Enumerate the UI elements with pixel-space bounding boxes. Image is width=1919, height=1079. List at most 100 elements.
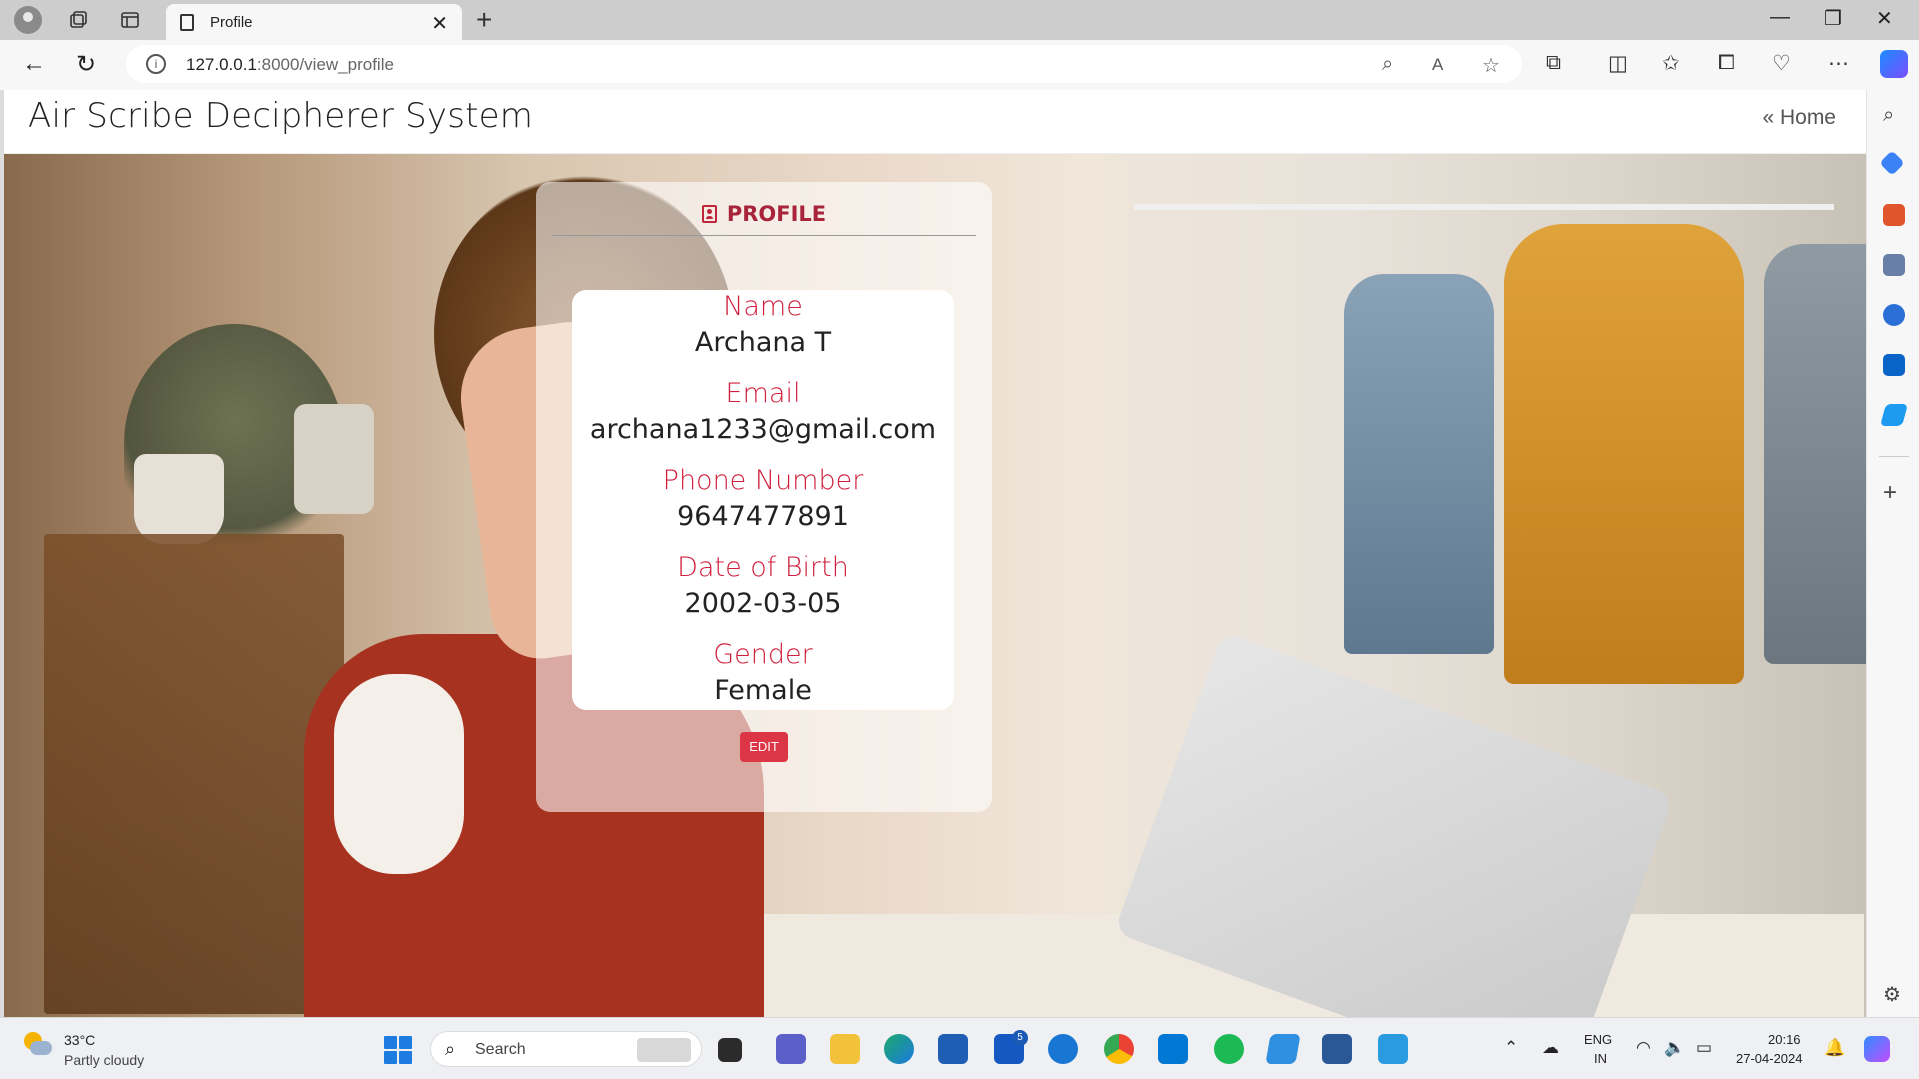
taskbar-search-label: Search [475,1041,526,1058]
sidebar-outlook-icon[interactable] [1883,354,1905,376]
field-label: Email [725,378,801,409]
language-indicator-bottom[interactable]: IN [1594,1051,1607,1066]
notifications-bell-icon[interactable]: 🔔 [1824,1038,1845,1058]
edit-button[interactable]: EDIT [740,732,788,762]
photo-tablet [1113,631,1675,1017]
field-name: Name Archana T [572,290,954,362]
chrome-icon[interactable] [1104,1034,1134,1064]
new-tab-icon[interactable]: + [476,4,492,36]
contact-card-icon [701,205,717,223]
teams-icon[interactable] [776,1034,806,1064]
browser-address-bar: ← ↻ i 127.0.0.1:8000/view_profile ⌕ A ☆ … [0,40,1919,90]
double-chevron-left-icon: « [1762,106,1775,129]
profile-heading-label: PROFILE [726,202,827,226]
back-icon[interactable]: ← [22,50,46,78]
field-value: Archana T [694,327,832,358]
field-label: Gender [713,639,813,670]
photo-child-sleeve [334,674,464,874]
minimize-icon[interactable]: — [1770,6,1790,29]
language-indicator-top[interactable]: ENG [1584,1032,1612,1047]
tab-title: Profile [210,14,253,31]
sidebar-divider [1879,456,1909,457]
page-icon [180,14,194,31]
sidebar-tools-icon[interactable] [1883,204,1905,226]
copilot-icon[interactable] [1880,50,1908,78]
task-view-icon[interactable] [718,1038,742,1062]
site-title: Air Scribe Decipherer System [28,96,534,136]
onedrive-icon[interactable]: ☁ [1542,1038,1559,1058]
home-link-label: Home [1779,106,1836,129]
background-photo: PROFILE Name Archana T Email archana1233… [4,154,1866,1017]
sidebar-search-icon[interactable]: ⌕ [1883,104,1905,126]
clock-date[interactable]: 27-04-2024 [1736,1051,1803,1066]
profile-info-card: Name Archana T Email archana1233@gmail.c… [572,290,954,710]
browser-essentials-icon[interactable]: ♡ [1772,51,1791,76]
photo-shelf [44,534,344,1014]
zoom-icon[interactable]: ⌕ [1382,53,1393,76]
photo-grey-jacket [1764,244,1866,664]
search-highlight-icon [637,1038,691,1062]
close-window-icon[interactable]: ✕ [1876,6,1893,31]
field-gender: Gender Female [572,638,954,710]
weather-partly-cloudy-icon[interactable] [22,1032,52,1058]
browser-profile-icon[interactable] [14,6,42,34]
anaconda-icon[interactable] [1265,1034,1301,1064]
microsoft-store-icon[interactable] [938,1034,968,1064]
split-screen-icon[interactable]: ◫ [1608,51,1628,76]
photos-icon[interactable] [1378,1034,1408,1064]
sidebar-add-icon[interactable]: + [1883,481,1905,505]
edge-sidebar: ⌕ + ⚙ [1866,90,1919,1017]
sidebar-settings-icon[interactable]: ⚙ [1883,982,1905,1006]
cortana-icon[interactable] [1048,1034,1078,1064]
weather-description[interactable]: Partly cloudy [64,1052,144,1068]
windows-taskbar: 33°C Partly cloudy ⌕ Search 5 ⌃ ☁ ENG IN… [0,1017,1919,1079]
url-field[interactable]: i 127.0.0.1:8000/view_profile ⌕ A ☆ [126,45,1522,83]
search-icon: ⌕ [445,1039,456,1059]
photo-pot [294,404,374,514]
field-label: Date of Birth [677,552,849,583]
field-value: 2002-03-05 [684,588,842,619]
profile-panel: PROFILE Name Archana T Email archana1233… [536,182,992,812]
photo-yellow-shirt [1504,224,1744,684]
close-tab-icon[interactable]: ✕ [431,11,448,36]
show-hidden-icons-chevron[interactable]: ⌃ [1504,1038,1518,1058]
spotify-icon[interactable] [1214,1034,1244,1064]
site-info-icon[interactable]: i [146,54,166,74]
extensions-icon[interactable]: ⧉ [1546,51,1561,75]
tab-actions-icon[interactable] [118,8,142,32]
sidebar-games-icon[interactable] [1883,254,1905,276]
photo-clothes-rack [1134,204,1834,210]
field-value: Female [714,675,812,706]
file-explorer-icon[interactable] [830,1034,860,1064]
favorite-star-icon[interactable]: ☆ [1482,53,1500,78]
battery-icon[interactable]: ▭ [1696,1038,1712,1058]
photo-denim-jacket [1344,274,1494,654]
web-page: Air Scribe Decipherer System « Home PROF… [4,90,1866,1017]
clock-time[interactable]: 20:16 [1768,1032,1801,1047]
vscode-icon[interactable] [1158,1034,1188,1064]
read-aloud-icon[interactable]: A [1432,55,1443,75]
maximize-icon[interactable]: ❐ [1824,6,1842,31]
tab-profile[interactable]: Profile ✕ [166,4,462,40]
volume-icon[interactable]: 🔈 [1664,1038,1685,1058]
refresh-icon[interactable]: ↻ [76,50,96,79]
more-menu-icon[interactable]: ⋯ [1828,51,1849,76]
browser-tab-bar: Profile ✕ + — ❐ ✕ [0,0,1919,40]
word-icon[interactable] [1322,1034,1352,1064]
favorites-icon[interactable]: ✩ [1662,51,1680,76]
url-text: 127.0.0.1:8000/view_profile [186,55,394,74]
windows-start-icon[interactable] [384,1036,412,1064]
workspaces-icon[interactable] [66,8,90,32]
edge-browser-icon[interactable] [884,1034,914,1064]
sidebar-office-icon[interactable] [1883,304,1905,326]
weather-temperature[interactable]: 33°C [64,1032,95,1048]
wifi-icon[interactable]: ◠ [1636,1038,1651,1058]
home-link[interactable]: « Home [1762,106,1836,130]
collections-icon[interactable]: ⧠ [1718,51,1735,75]
sidebar-shopping-icon[interactable] [1879,150,1905,176]
field-date-of-birth: Date of Birth 2002-03-05 [572,551,954,623]
taskbar-search[interactable]: ⌕ Search [430,1031,702,1067]
sidebar-telegram-icon[interactable] [1880,404,1908,426]
outlook-notification-badge: 5 [1012,1030,1028,1046]
copilot-taskbar-icon[interactable] [1864,1036,1890,1062]
